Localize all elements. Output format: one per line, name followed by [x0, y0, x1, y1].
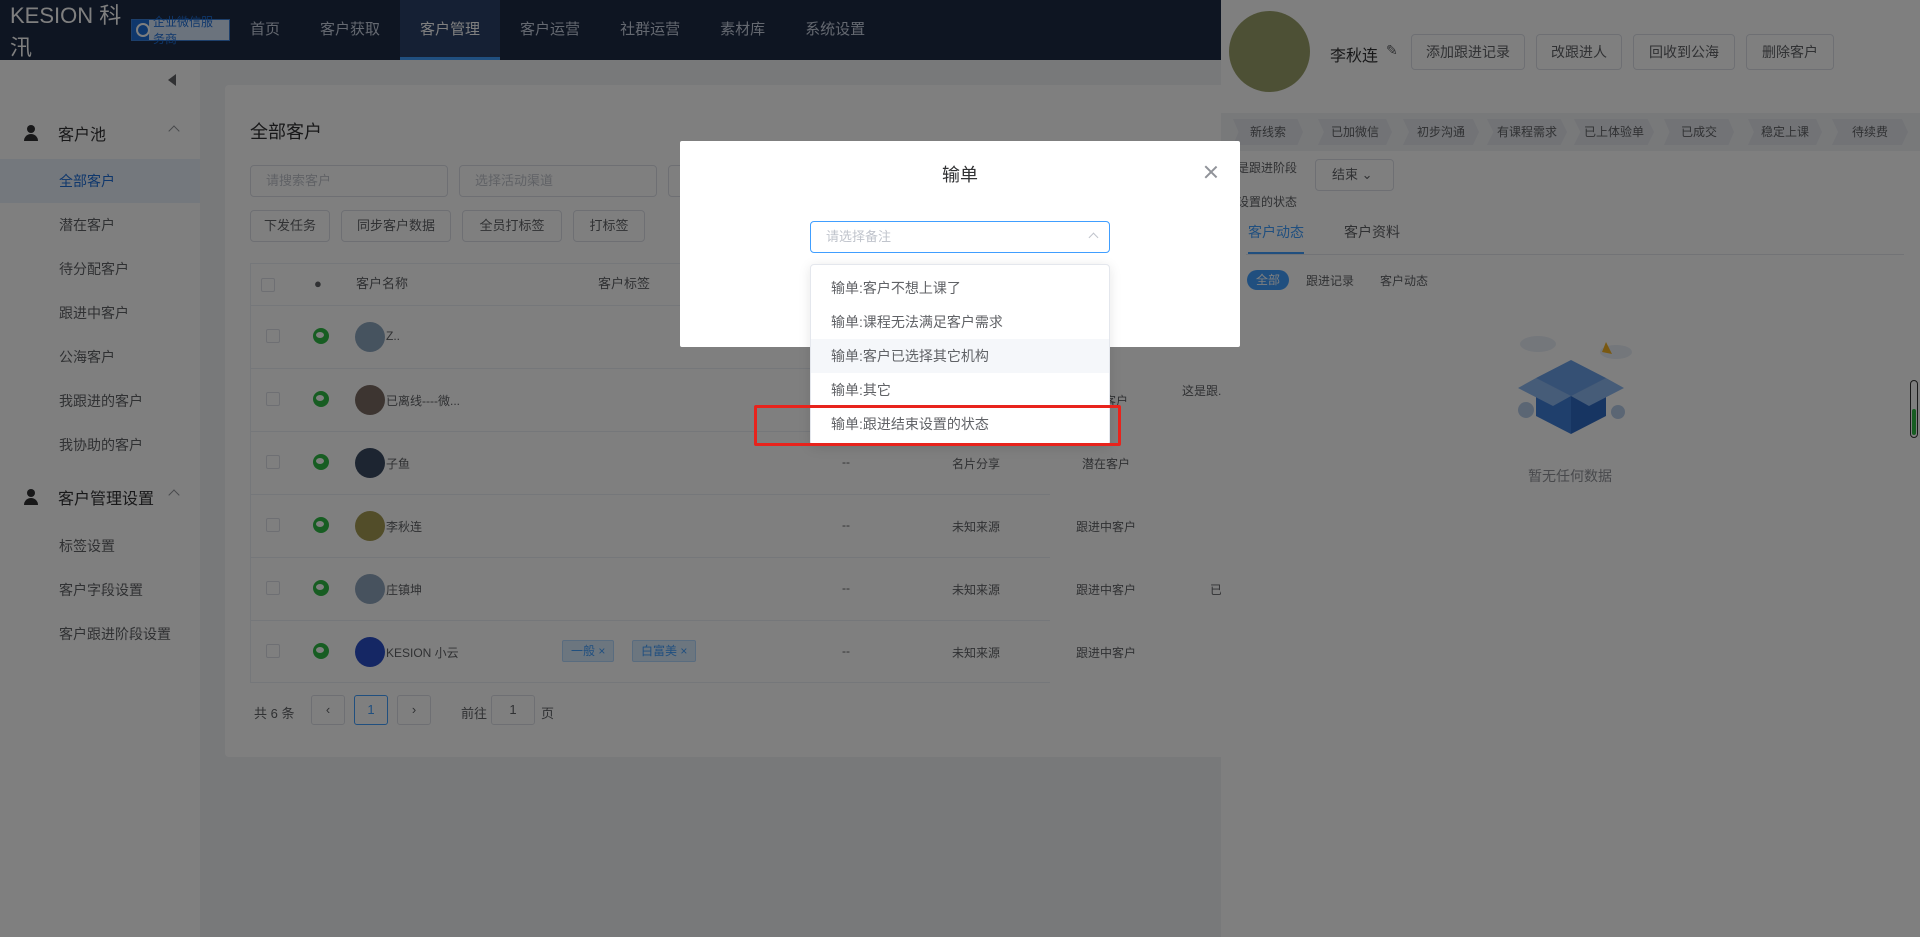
- dialog-title: 输单: [942, 165, 978, 185]
- remark-select[interactable]: 请选择备注: [810, 221, 1110, 253]
- chevron-up-icon: [1088, 232, 1099, 243]
- dropdown-option[interactable]: 输单:客户已选择其它机构: [811, 339, 1109, 373]
- dropdown-option[interactable]: 输单:客户不想上课了: [811, 271, 1109, 305]
- dropdown-option[interactable]: 输单:其它: [811, 373, 1109, 407]
- close-icon[interactable]: [1204, 165, 1218, 179]
- remark-select-placeholder: 请选择备注: [826, 229, 892, 244]
- dropdown-option[interactable]: 输单:课程无法满足客户需求: [811, 305, 1109, 339]
- highlight-box: [754, 405, 1121, 446]
